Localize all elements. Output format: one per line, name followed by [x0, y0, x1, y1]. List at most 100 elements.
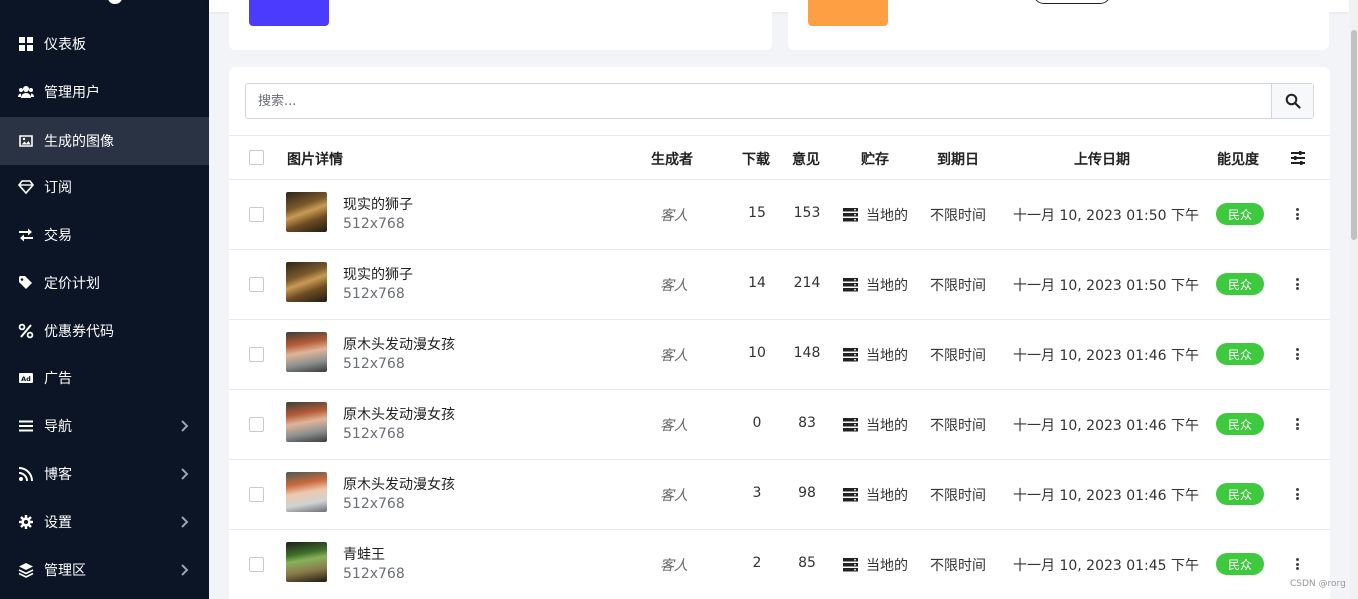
server-icon [843, 348, 858, 362]
visibility-badge[interactable]: 民众 [1216, 553, 1264, 575]
sidebar-item-label: 广告 [44, 371, 72, 387]
sidebar-item-label: 交易 [44, 228, 72, 244]
upload-date-cell: 十一月 10, 2023 01:50 下午 [1013, 278, 1200, 294]
image-thumbnail[interactable] [286, 332, 327, 372]
image-thumbnail[interactable] [286, 262, 327, 302]
sidebar-item-label: 导航 [44, 419, 72, 435]
logo [108, 0, 122, 4]
sidebar-item[interactable]: 设置 [0, 498, 209, 546]
layers-icon [18, 562, 34, 578]
upload-date-cell: 十一月 10, 2023 01:50 下午 [1013, 208, 1200, 224]
sidebar-item[interactable]: Ad 广告 [0, 354, 209, 402]
column-settings-icon[interactable] [1290, 150, 1306, 166]
upload-date-cell: 十一月 10, 2023 01:46 下午 [1013, 348, 1200, 364]
downloads-cell: 14 [748, 275, 766, 291]
gear-icon [18, 514, 34, 530]
sidebar-item-label: 管理用户 [44, 85, 100, 101]
upload-date-cell: 十一月 10, 2023 01:46 下午 [1013, 418, 1200, 434]
sidebar-item-label: 仪表板 [44, 37, 86, 53]
table-header: 图片详情 生成者 下载 意见 贮存 到期日 上传日期 能见度 [229, 135, 1330, 180]
sidebar-item-label: 订阅 [44, 180, 72, 196]
row-checkbox[interactable] [249, 347, 264, 362]
exchange-icon [18, 227, 34, 243]
image-thumbnail[interactable] [286, 542, 327, 582]
generator-cell: 客人 [660, 208, 688, 224]
stat-card [229, 0, 772, 50]
image-dimensions: 512x768 [343, 286, 405, 302]
sidebar-item[interactable]: 导航 [0, 402, 209, 450]
visibility-badge[interactable]: 民众 [1216, 343, 1264, 365]
upload-date-cell: 十一月 10, 2023 01:45 下午 [1013, 558, 1200, 574]
image-title[interactable]: 原木头发动漫女孩 [343, 334, 455, 354]
bars-icon [18, 418, 34, 434]
image-thumbnail[interactable] [286, 472, 327, 512]
sidebar-item-label: 生成的图像 [44, 134, 114, 150]
more-options-icon[interactable] [1291, 206, 1303, 222]
sidebar-item[interactable]: 交易 [0, 211, 209, 259]
image-thumbnail[interactable] [286, 402, 327, 442]
generator-cell: 客人 [660, 278, 688, 294]
visibility-badge[interactable]: 民众 [1216, 203, 1264, 225]
views-cell: 83 [798, 415, 816, 431]
table-row: 现实的狮子 512x768 客人 15 153 当地的 不限时间 十一月 10, 2023 0… [229, 180, 1330, 250]
sidebar-item[interactable]: 管理区 [0, 546, 209, 594]
expiry-cell: 不限时间 [930, 558, 986, 574]
image-title[interactable]: 原木头发动漫女孩 [343, 404, 455, 424]
scrollbar-thumb[interactable] [1351, 30, 1357, 240]
row-checkbox[interactable] [249, 487, 264, 502]
server-icon [843, 558, 858, 572]
search-input[interactable] [246, 84, 1271, 118]
sidebar-item[interactable]: 生成的图像 [0, 117, 209, 165]
search-button[interactable] [1271, 84, 1313, 118]
visibility-badge[interactable]: 民众 [1216, 413, 1264, 435]
generator-cell: 客人 [660, 418, 688, 434]
visibility-badge[interactable]: 民众 [1216, 273, 1264, 295]
images-panel: 图片详情 生成者 下载 意见 贮存 到期日 上传日期 能见度 现实的狮子 512x… [229, 67, 1330, 599]
sidebar-item[interactable]: 博客 [0, 450, 209, 498]
more-options-icon[interactable] [1291, 486, 1303, 502]
stat-tile-icon [249, 0, 329, 26]
generator-cell: 客人 [660, 558, 688, 574]
sidebar-item[interactable]: 管理用户 [0, 68, 209, 116]
page-scrollbar[interactable] [1350, 0, 1358, 599]
images-icon [18, 133, 34, 149]
server-icon [843, 278, 858, 292]
table-row: 原木头发动漫女孩 512x768 客人 10 148 当地的 不限时间 十一月 10, 202… [229, 320, 1330, 390]
search-icon [1285, 93, 1301, 109]
visibility-badge[interactable]: 民众 [1216, 483, 1264, 505]
storage-cell: 当地的 [843, 555, 908, 575]
row-checkbox[interactable] [249, 277, 264, 292]
image-title[interactable]: 现实的狮子 [343, 194, 413, 214]
image-title[interactable]: 原木头发动漫女孩 [343, 474, 455, 494]
downloads-cell: 3 [752, 485, 762, 501]
table-row: 原木头发动漫女孩 512x768 客人 3 98 当地的 不限时间 十一月 10, 2023 … [229, 460, 1330, 530]
views-cell: 148 [793, 345, 821, 361]
row-checkbox[interactable] [249, 417, 264, 432]
image-title[interactable]: 青蛙王 [343, 544, 385, 564]
select-all-checkbox[interactable] [249, 150, 264, 165]
sidebar-item[interactable]: 定价计划 [0, 259, 209, 307]
sidebar-item-label: 设置 [44, 515, 72, 531]
row-checkbox[interactable] [249, 557, 264, 572]
image-title[interactable]: 现实的狮子 [343, 264, 413, 284]
storage-cell: 当地的 [843, 415, 908, 435]
col-header-views: 意见 [792, 152, 820, 168]
more-options-icon[interactable] [1291, 416, 1303, 432]
sidebar-item[interactable]: 仪表板 [0, 20, 209, 68]
expiry-cell: 不限时间 [930, 208, 986, 224]
header-pill-button[interactable] [1033, 0, 1111, 4]
image-dimensions: 512x768 [343, 356, 405, 372]
more-options-icon[interactable] [1291, 346, 1303, 362]
row-checkbox[interactable] [249, 207, 264, 222]
col-header-storage: 贮存 [861, 152, 889, 168]
more-options-icon[interactable] [1291, 276, 1303, 292]
image-thumbnail[interactable] [286, 192, 327, 232]
more-options-icon[interactable] [1291, 556, 1303, 572]
dashboard-icon [18, 36, 34, 52]
watermark: CSDN @rorg [1290, 579, 1346, 589]
col-header-expiry: 到期日 [937, 152, 979, 168]
sidebar-item[interactable]: 优惠券代码 [0, 307, 209, 355]
sidebar-item-label: 管理区 [44, 563, 86, 579]
sidebar-item[interactable]: 订阅 [0, 163, 209, 211]
storage-label: 当地的 [866, 348, 908, 364]
